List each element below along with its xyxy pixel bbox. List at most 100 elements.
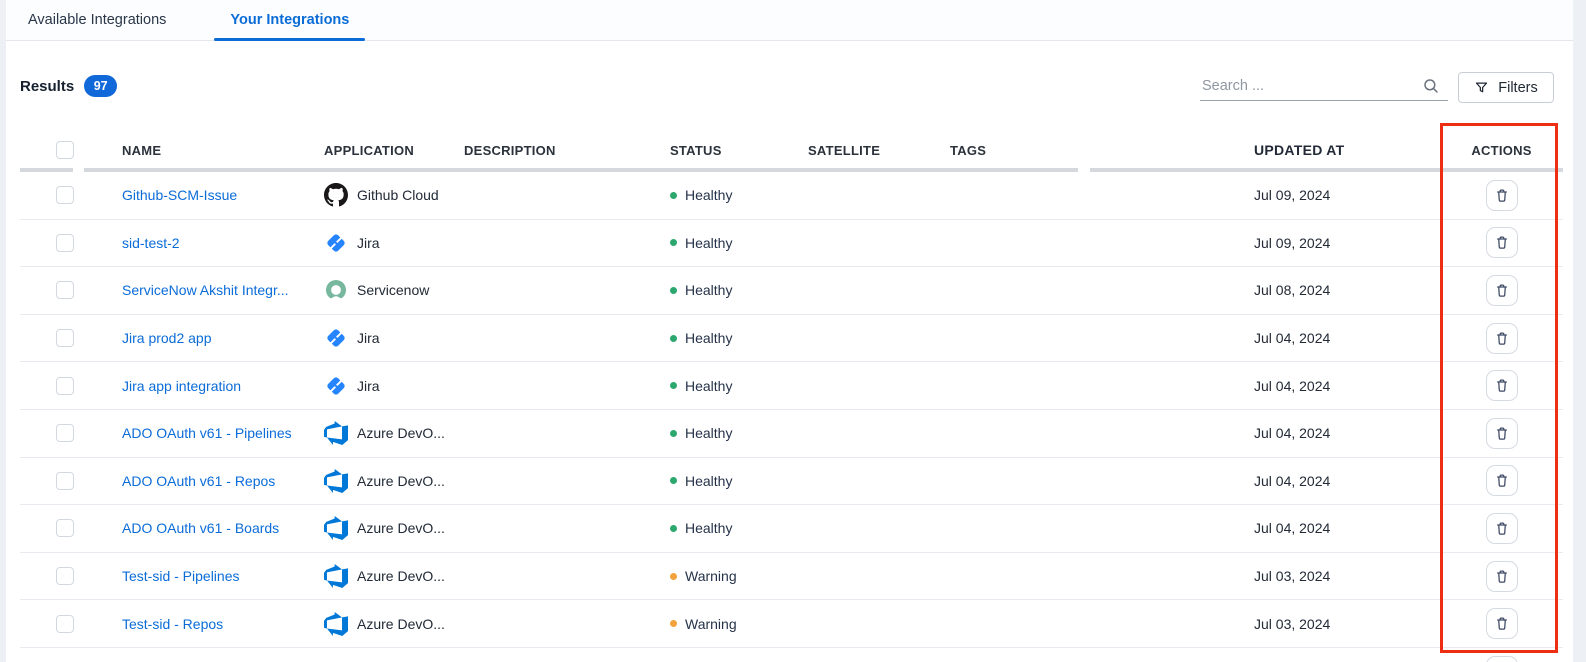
row-checkbox[interactable] [56, 377, 74, 395]
status-cell: Healthy [646, 330, 784, 346]
header-border-segment [1090, 168, 1563, 172]
application-cell: Azure DevO... [316, 564, 456, 588]
application-cell: Azure DevO... [316, 612, 456, 636]
azure-devops-icon [324, 564, 348, 588]
row-checkbox[interactable] [56, 615, 74, 633]
application-cell: Jira [316, 326, 456, 350]
actions-cell [1440, 656, 1563, 662]
checkbox-cell [20, 519, 102, 537]
integration-name-link[interactable]: ADO OAuth v61 - Pipelines [122, 425, 292, 441]
integration-name-link[interactable]: Test-sid - Pipelines [122, 568, 240, 584]
integration-name-link[interactable]: ADO OAuth v61 - Repos [122, 473, 275, 489]
updated-at: Jul 04, 2024 [1176, 330, 1440, 346]
row-checkbox[interactable] [56, 329, 74, 347]
trash-icon [1494, 425, 1510, 442]
name-cell: Jira prod2 app [102, 330, 316, 346]
application-name: Jira [357, 378, 380, 394]
delete-button[interactable] [1486, 608, 1518, 639]
delete-button[interactable] [1486, 370, 1518, 401]
column-header-name: NAME [102, 143, 316, 158]
table-body: Github-SCM-Issue Github Cloud Healthy Ju… [20, 172, 1563, 662]
integration-name-link[interactable]: Jira app integration [122, 378, 241, 394]
azure-devops-icon [324, 516, 348, 540]
status-text: Healthy [685, 187, 732, 203]
jira-icon [324, 231, 348, 255]
trash-icon [1494, 377, 1510, 394]
application-name: Azure DevO... [357, 473, 445, 489]
table-row: Jira app integration Jira Healthy Jul 04… [20, 362, 1563, 410]
application-name: Azure DevO... [357, 568, 445, 584]
checkbox-cell [20, 234, 102, 252]
table-row: ServiceNow Akshit Integr... Servicenow H… [20, 267, 1563, 315]
delete-button[interactable] [1486, 323, 1518, 354]
status-dot [670, 525, 677, 532]
status-text: Healthy [685, 520, 732, 536]
updated-at: Jul 09, 2024 [1176, 235, 1440, 251]
checkbox-cell [20, 615, 102, 633]
row-checkbox[interactable] [56, 186, 74, 204]
tab-available-integrations[interactable]: Available Integrations [12, 0, 182, 40]
status-cell: Healthy [646, 378, 784, 394]
updated-at: Jul 04, 2024 [1176, 520, 1440, 536]
column-header-status: STATUS [646, 143, 784, 158]
results-count-badge: 97 [84, 75, 117, 97]
header-border-segment [20, 168, 73, 172]
delete-button[interactable] [1486, 513, 1518, 544]
integration-name-link[interactable]: Jira prod2 app [122, 330, 212, 346]
table-row: Jira prod2 app Jira Healthy Jul 04, 2024 [20, 315, 1563, 363]
integration-name-link[interactable]: Test-sid - Repos [122, 616, 223, 632]
table-row: sid-test-2 Jira Healthy Jul 09, 2024 [20, 220, 1563, 268]
integration-name-link[interactable]: ADO OAuth v61 - Boards [122, 520, 279, 536]
column-header-actions: ACTIONS [1440, 143, 1563, 158]
integration-name-link[interactable]: sid-test-2 [122, 235, 180, 251]
jira-icon [324, 326, 348, 350]
updated-at: Jul 03, 2024 [1176, 568, 1440, 584]
actions-cell [1440, 323, 1563, 354]
tab-your-integrations[interactable]: Your Integrations [214, 0, 365, 40]
integration-name-link[interactable]: Github-SCM-Issue [122, 187, 237, 203]
application-name: Azure DevO... [357, 616, 445, 632]
trash-icon [1494, 282, 1510, 299]
application-cell: Azure DevO... [316, 469, 456, 493]
delete-button[interactable] [1486, 465, 1518, 496]
search-input[interactable] [1200, 78, 1422, 94]
application-cell: Servicenow [316, 278, 456, 302]
delete-button[interactable] [1486, 418, 1518, 449]
trash-icon [1494, 568, 1510, 585]
row-checkbox[interactable] [56, 472, 74, 490]
table-row: Test-sid - Pipelines Azure DevO... Warni… [20, 553, 1563, 601]
delete-button[interactable] [1486, 561, 1518, 592]
application-name: Azure DevO... [357, 425, 445, 441]
row-checkbox[interactable] [56, 519, 74, 537]
row-checkbox[interactable] [56, 424, 74, 442]
status-text: Warning [685, 568, 737, 584]
delete-button[interactable] [1486, 275, 1518, 306]
search-field [1200, 71, 1448, 101]
delete-button[interactable] [1486, 656, 1518, 662]
checkbox-cell [20, 472, 102, 490]
status-text: Healthy [685, 282, 732, 298]
actions-cell [1440, 227, 1563, 258]
application-cell: Jira [316, 231, 456, 255]
status-text: Warning [685, 616, 737, 632]
select-all-checkbox[interactable] [56, 141, 74, 159]
row-checkbox[interactable] [56, 234, 74, 252]
application-name: Jira [357, 235, 380, 251]
delete-button[interactable] [1486, 227, 1518, 258]
integration-name-link[interactable]: ServiceNow Akshit Integr... [122, 282, 289, 298]
servicenow-icon [324, 278, 348, 302]
table-header-row: NAMEAPPLICATIONDESCRIPTIONSTATUSSATELLIT… [20, 128, 1563, 172]
application-cell: Azure DevO... [316, 516, 456, 540]
filters-button[interactable]: Filters [1458, 72, 1554, 103]
trash-icon [1494, 234, 1510, 251]
status-dot [670, 239, 677, 246]
delete-button[interactable] [1486, 180, 1518, 211]
trash-icon [1494, 615, 1510, 632]
table-row: ADO OAuth v61 - Pipelines Azure DevO... … [20, 410, 1563, 458]
table-row: Github-SCM-Issue Github Cloud Healthy Ju… [20, 172, 1563, 220]
trash-icon [1494, 187, 1510, 204]
row-checkbox[interactable] [56, 281, 74, 299]
actions-cell [1440, 275, 1563, 306]
row-checkbox[interactable] [56, 567, 74, 585]
integrations-table: NAMEAPPLICATIONDESCRIPTIONSTATUSSATELLIT… [20, 128, 1563, 662]
